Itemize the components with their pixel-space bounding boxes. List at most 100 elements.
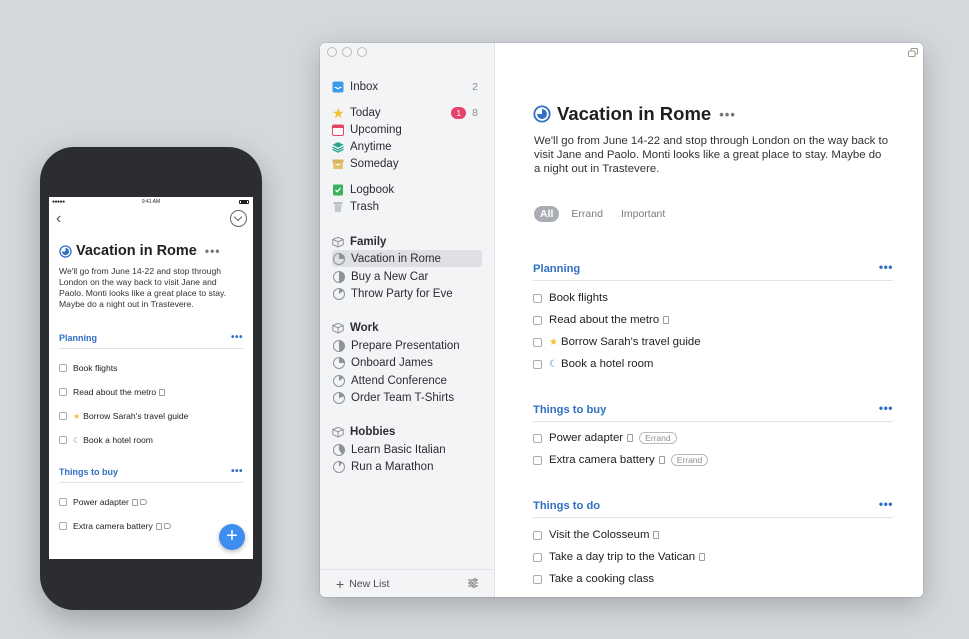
checkbox[interactable] xyxy=(59,436,67,444)
project-notes[interactable]: We'll go from June 14-22 and stop throug… xyxy=(534,134,889,176)
checkbox[interactable] xyxy=(533,337,542,347)
sidebar-project-learn-basic-italian[interactable]: Learn Basic Italian xyxy=(332,441,482,458)
checkbox[interactable] xyxy=(533,293,542,303)
todo-item[interactable]: ★ Borrow Sarah's travel guide xyxy=(49,404,253,428)
todo-item[interactable]: Book flights xyxy=(533,290,608,306)
sidebar-project-run-a-marathon[interactable]: Run a Marathon xyxy=(332,458,482,475)
sidebar-project-order-team-t-shirts[interactable]: Order Team T-Shirts xyxy=(332,389,482,406)
project-progress-icon xyxy=(333,374,345,387)
heading-label[interactable]: Things to buy xyxy=(533,404,606,421)
heading-options-icon[interactable]: ••• xyxy=(879,497,893,517)
today-count: 8 xyxy=(472,106,478,119)
checkbox[interactable] xyxy=(533,530,542,540)
note-icon xyxy=(155,522,162,530)
archive-box-icon xyxy=(332,159,344,169)
sidebar-item-logbook[interactable]: Logbook xyxy=(332,181,482,198)
todo-item[interactable]: ☾ Book a hotel room xyxy=(49,428,253,452)
errand-tag[interactable]: Errand xyxy=(670,454,709,466)
sidebar-item-someday[interactable]: Someday xyxy=(332,155,482,172)
layers-icon xyxy=(332,141,344,153)
heading-label[interactable]: Planning xyxy=(533,263,580,280)
todo-item[interactable]: Take a cooking class xyxy=(533,571,654,587)
tag-filter-important[interactable]: Important xyxy=(615,206,671,222)
todo-title: Power adapter xyxy=(549,432,624,444)
sidebar-area-family[interactable]: Family xyxy=(332,233,482,250)
tag-filter-errand[interactable]: Errand xyxy=(565,206,609,222)
todo-item[interactable]: Extra camera battery Errand xyxy=(533,452,709,468)
checkbox[interactable] xyxy=(533,574,542,584)
todo-item[interactable]: Power adapter Errand xyxy=(533,430,677,446)
todo-item[interactable]: Visit the Colosseum xyxy=(533,527,660,543)
todo-item[interactable]: Read about the metro xyxy=(533,312,670,328)
sidebar-project-prepare-presentation[interactable]: Prepare Presentation xyxy=(332,337,482,354)
sidebar-item-inbox[interactable]: Inbox 2 xyxy=(332,78,482,95)
plus-icon: + xyxy=(336,576,345,592)
star-icon: ★ xyxy=(332,104,345,121)
todo-item[interactable]: Book flights xyxy=(49,356,253,380)
phone-heading-planning: Planning ••• xyxy=(59,332,243,349)
zoom-window-button[interactable] xyxy=(357,47,367,57)
heading-options-icon[interactable]: ••• xyxy=(879,260,893,280)
chevron-down-circle-icon[interactable] xyxy=(230,210,247,227)
checkbox[interactable] xyxy=(59,412,67,420)
project-header: Vacation in Rome ••• xyxy=(533,103,736,125)
checkbox[interactable] xyxy=(533,315,542,325)
sidebar-item-label: Anytime xyxy=(350,140,392,153)
sidebar-area-hobbies[interactable]: Hobbies xyxy=(332,423,482,440)
errand-tag[interactable]: Errand xyxy=(639,432,677,444)
sidebar-item-anytime[interactable]: Anytime xyxy=(332,138,482,155)
heading-options-icon[interactable]: ••• xyxy=(879,401,893,421)
checkbox[interactable] xyxy=(59,498,67,506)
area-box-icon xyxy=(332,236,344,247)
project-title[interactable]: Vacation in Rome xyxy=(557,103,711,125)
todo-title: Power adapter xyxy=(73,497,129,507)
checkbox[interactable] xyxy=(533,359,542,369)
todo-item[interactable]: ☾ Book a hotel room xyxy=(533,356,653,372)
sidebar-item-today[interactable]: ★ Today 1 8 xyxy=(332,104,482,121)
todo-item[interactable]: Take a day trip to the Vatican xyxy=(533,549,706,565)
logbook-icon xyxy=(333,184,343,195)
todo-item[interactable]: Power adapter xyxy=(49,490,253,514)
todo-title: Take a day trip to the Vatican xyxy=(549,551,696,563)
project-progress-icon xyxy=(333,252,345,265)
checkbox[interactable] xyxy=(533,455,542,465)
checkbox[interactable] xyxy=(533,552,542,562)
sidebar-project-onboard-james[interactable]: Onboard James xyxy=(332,354,482,371)
heading-options-icon[interactable]: ••• xyxy=(231,466,243,477)
todo-item[interactable]: Read about the metro xyxy=(49,380,253,404)
tag-filter-all[interactable]: All xyxy=(534,206,560,222)
more-options-icon[interactable]: ••• xyxy=(205,244,221,258)
sliders-icon[interactable] xyxy=(467,577,479,589)
checkbox[interactable] xyxy=(533,433,542,443)
checkbox[interactable] xyxy=(59,388,67,396)
star-icon: ★ xyxy=(549,336,558,348)
sidebar-area-work[interactable]: Work xyxy=(332,319,482,336)
note-icon xyxy=(699,553,706,561)
more-options-icon[interactable]: ••• xyxy=(719,107,736,122)
heading-options-icon[interactable]: ••• xyxy=(231,332,243,343)
phone-planning-list: Book flights Read about the metro ★ Borr… xyxy=(49,356,253,452)
sidebar-item-trash[interactable]: Trash xyxy=(332,198,482,215)
sidebar-project-buy-a-new-car[interactable]: Buy a New Car xyxy=(332,268,482,285)
sidebar-project-throw-party-for-eve[interactable]: Throw Party for Eve xyxy=(332,285,482,302)
sidebar-item-label: Onboard James xyxy=(351,356,433,369)
phone-screen: ●●●●● 9:41 AM ‹ Vacation in Rome ••• We'… xyxy=(49,197,253,559)
todo-item[interactable]: ★ Borrow Sarah's travel guide xyxy=(533,334,701,350)
minimize-window-button[interactable] xyxy=(342,47,352,57)
duplicate-window-icon[interactable] xyxy=(908,48,918,57)
close-window-button[interactable] xyxy=(327,47,337,57)
sidebar-project-vacation-in-rome[interactable]: Vacation in Rome xyxy=(332,250,482,267)
sidebar-item-upcoming[interactable]: Upcoming xyxy=(332,121,482,138)
sidebar-project-attend-conference[interactable]: Attend Conference xyxy=(332,372,482,389)
phone-project-notes[interactable]: We'll go from June 14-22 and stop throug… xyxy=(49,266,253,310)
add-todo-button[interactable]: + xyxy=(219,524,245,550)
new-list-button[interactable]: + New List xyxy=(336,577,389,591)
checkbox[interactable] xyxy=(59,522,67,530)
todo-title: Take a cooking class xyxy=(549,573,655,585)
sidebar-item-label: Trash xyxy=(350,200,379,213)
checkbox[interactable] xyxy=(59,364,67,372)
status-bar: ●●●●● 9:41 AM xyxy=(49,197,253,207)
main-content: Vacation in Rome ••• We'll go from June … xyxy=(495,43,923,597)
back-chevron-icon[interactable]: ‹ xyxy=(56,211,61,227)
heading-label[interactable]: Things to do xyxy=(533,500,600,517)
